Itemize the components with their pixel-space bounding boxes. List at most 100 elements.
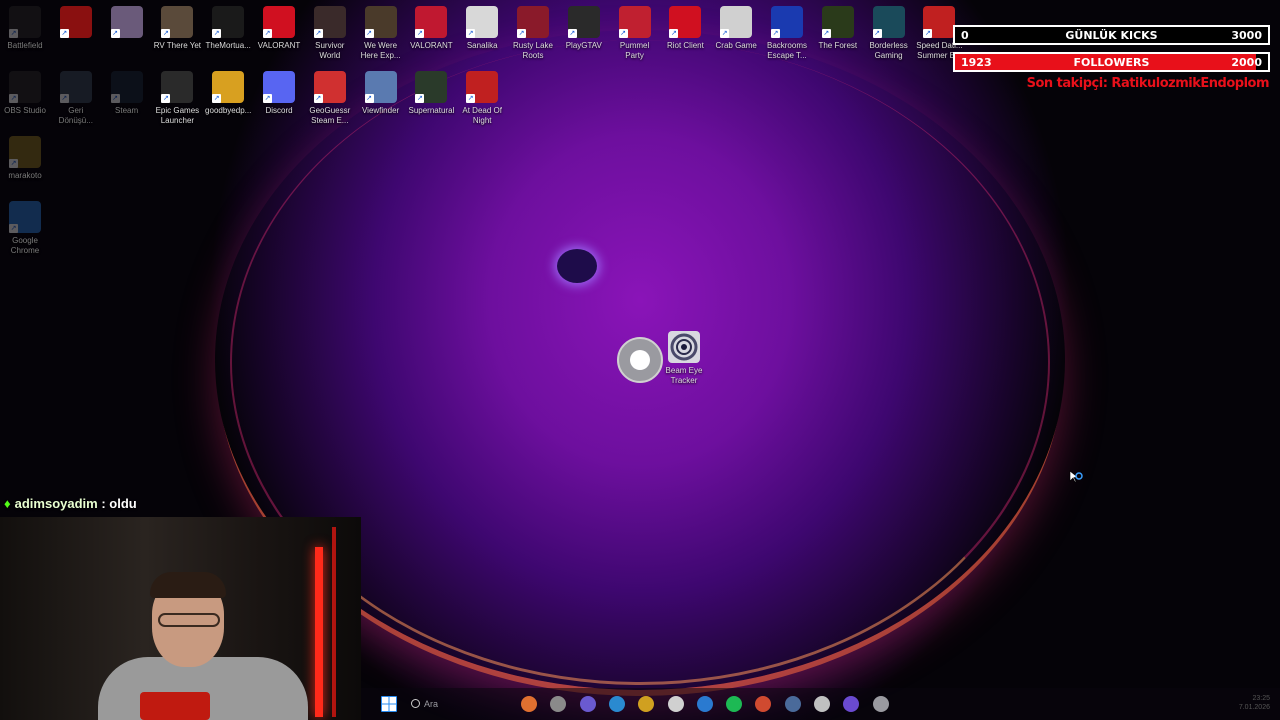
desktop-icon[interactable]: ↗ Rusty Lake Roots <box>508 6 558 61</box>
shortcut-arrow-icon: ↗ <box>9 29 18 38</box>
icon-label: Epic Games Launcher <box>155 106 200 125</box>
chat-separator: : <box>97 496 110 511</box>
cursor-highlight-blob <box>557 249 597 283</box>
obs-icon: ↗ <box>9 71 41 103</box>
system-tray[interactable]: 23:25 7.01.2026 <box>1239 694 1270 712</box>
desktop-icon[interactable]: ↗ Sanalika <box>457 6 507 51</box>
icon-label: marakoto <box>8 171 42 180</box>
chat-message: ♦ adimsoyadim : oldu <box>4 496 137 511</box>
desktop-icon[interactable]: ↗ <box>102 6 152 41</box>
shortcut-arrow-icon: ↗ <box>59 29 69 38</box>
shortcut-arrow-icon: ↗ <box>821 29 831 38</box>
steam-icon: ↗ <box>110 71 143 103</box>
icon-label: GeoGuessr Steam E... <box>309 106 351 125</box>
daily-kicks-bar: 0 GÜNLÜK KICKS 3000 <box>953 25 1270 45</box>
desktop-icon[interactable]: ↗ Geri Dönüşü... <box>51 71 101 126</box>
shortcut-arrow-icon: ↗ <box>212 29 222 38</box>
icon-label: VALORANT <box>410 41 453 50</box>
led-light <box>332 527 336 717</box>
folder-icon: ↗ <box>9 136 41 168</box>
shortcut-arrow-icon: ↗ <box>720 29 730 38</box>
start-icon[interactable] <box>381 696 397 712</box>
red-game-icon: ↗ <box>59 6 92 38</box>
settings-icon[interactable] <box>872 696 889 712</box>
rv-there-yet-icon: ↗ <box>161 6 194 38</box>
copilot-icon[interactable] <box>579 696 596 712</box>
webcam-feed <box>0 517 361 720</box>
desktop-icon[interactable]: ↗ Viewfinder <box>356 71 406 116</box>
shortcut-arrow-icon: ↗ <box>669 29 679 38</box>
desktop-icon[interactable]: ↗ GeoGuessr Steam E... <box>305 71 355 126</box>
desktop-icon[interactable]: ↗ Supernatural <box>406 71 456 116</box>
desktop-icon[interactable]: ↗ Backrooms Escape T... <box>762 6 812 61</box>
desktop-icon[interactable]: ↗ Riot Client <box>660 6 710 51</box>
desktop-icon[interactable]: ↗ Pummel Party <box>610 6 660 61</box>
desktop-icon[interactable]: ↗ marakoto <box>0 136 50 181</box>
edge-icon[interactable] <box>608 696 625 712</box>
followers-goal: 2000 <box>1231 55 1262 69</box>
shortcut-arrow-icon: ↗ <box>212 94 222 103</box>
desktop-icon[interactable]: ↗ OBS Studio <box>0 71 50 116</box>
shortcut-arrow-icon: ↗ <box>567 29 577 38</box>
shortcut-arrow-icon: ↗ <box>466 29 476 38</box>
desktop-icon-beam-eye-tracker[interactable]: Beam Eye Tracker <box>659 331 709 386</box>
mail-icon[interactable] <box>696 696 713 712</box>
desktop-icon[interactable]: ↗ Survivor World <box>305 6 355 61</box>
desktop-icon[interactable]: ↗ Borderless Gaming <box>864 6 914 61</box>
desktop-icon[interactable]: ↗ We Were Here Exp... <box>356 6 406 61</box>
desktop-icon[interactable]: ↗ RV There Yet <box>152 6 202 51</box>
shortcut-arrow-icon: ↗ <box>110 94 120 103</box>
survivor-world-icon: ↗ <box>313 6 346 38</box>
desktop-icon[interactable]: ↗ Steam <box>102 71 152 116</box>
icon-label: TheMortua... <box>205 41 251 50</box>
shortcut-arrow-icon: ↗ <box>161 94 171 103</box>
desktop-icon[interactable]: ↗ TheMortua... <box>203 6 253 51</box>
shortcut-arrow-icon: ↗ <box>517 29 526 38</box>
desktop-icon[interactable]: ↗ Crab Game <box>711 6 761 51</box>
spotify-icon[interactable] <box>726 696 743 712</box>
shortcut-arrow-icon: ↗ <box>263 94 272 103</box>
daily-kicks-label: GÜNLÜK KICKS <box>1065 28 1158 42</box>
icon-label: Steam <box>115 106 139 115</box>
pummel-party-icon: ↗ <box>618 6 651 38</box>
desktop-icon[interactable]: ↗ <box>51 6 101 41</box>
record-button[interactable] <box>617 337 663 383</box>
store-icon[interactable] <box>667 696 684 712</box>
icon-label: Borderless Gaming <box>869 41 908 60</box>
shortcut-arrow-icon: ↗ <box>364 94 374 103</box>
icon-label: RV There Yet <box>153 41 202 50</box>
desktop-icon[interactable]: ↗ VALORANT <box>254 6 304 51</box>
sanalika-icon: ↗ <box>466 6 499 38</box>
icon-label: Pummel Party <box>619 41 650 60</box>
icon-label: The Forest <box>818 41 858 50</box>
shortcut-arrow-icon: ↗ <box>415 29 425 38</box>
desktop-icon[interactable]: ↗ Discord <box>254 71 304 116</box>
chrome-icon: ↗ <box>9 201 41 233</box>
geoguessr-icon: ↗ <box>313 71 346 103</box>
app-icon[interactable] <box>521 696 537 712</box>
icon-label: PlayGTAV <box>565 41 602 50</box>
gta-icon: ↗ <box>567 6 600 38</box>
desktop-icon[interactable]: ↗ Epic Games Launcher <box>152 71 202 126</box>
taskbar-search[interactable]: Ara <box>406 694 516 714</box>
desktop-icon[interactable]: ↗ VALORANT <box>406 6 456 51</box>
app-icon[interactable] <box>843 696 860 712</box>
task-view-icon[interactable] <box>550 696 567 712</box>
speed-dating-icon: ↗ <box>923 6 956 38</box>
followers-label: FOLLOWERS <box>1073 55 1150 69</box>
shortcut-arrow-icon: ↗ <box>9 94 18 103</box>
desktop-icon[interactable]: ↗ At Dead Of Night <box>457 71 507 126</box>
rusty-lake-icon: ↗ <box>517 6 549 38</box>
battlefield-icon: ↗ <box>9 6 41 38</box>
steam-icon[interactable] <box>784 696 801 712</box>
valorant-icon: ↗ <box>415 6 448 38</box>
desktop-icon[interactable]: ↗ PlayGTAV <box>559 6 609 51</box>
desktop-icon[interactable]: ↗ Battlefield <box>0 6 50 51</box>
desktop-icon[interactable]: ↗ goodbyedp... <box>203 71 253 116</box>
desktop-icon[interactable]: ↗ Google Chrome <box>0 201 50 256</box>
icon-label: VALORANT <box>257 41 301 50</box>
chrome-icon[interactable] <box>755 696 772 712</box>
file-explorer-icon[interactable] <box>638 696 655 712</box>
obs-icon[interactable] <box>814 696 830 712</box>
desktop-icon[interactable]: ↗ The Forest <box>813 6 863 51</box>
